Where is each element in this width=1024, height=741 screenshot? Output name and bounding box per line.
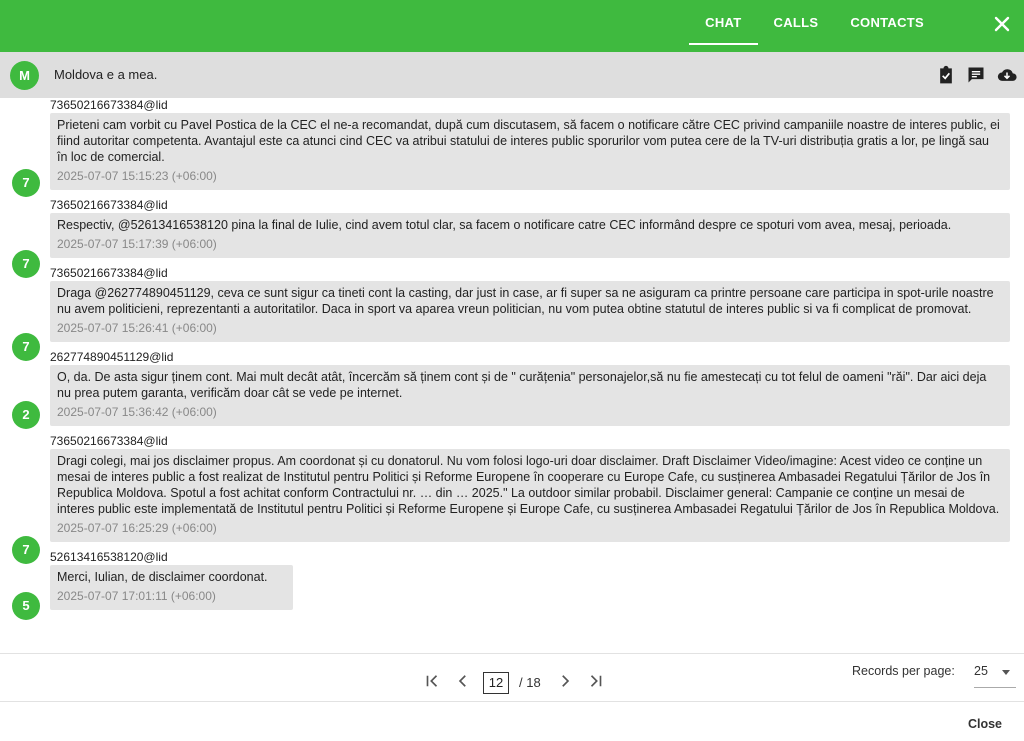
message-avatar: 7 (12, 333, 40, 361)
conversation-title: Moldova e a mea. (54, 67, 158, 82)
page-total: / 18 (519, 675, 541, 690)
conversation-avatar: M (10, 61, 39, 90)
message-item: 73650216673384@lid Dragi colegi, mai jos… (12, 434, 1010, 564)
records-per-page-label: Records per page: (852, 664, 955, 678)
message-text: Merci, Iulian, de disclaimer coordonat. (57, 570, 268, 584)
message-list[interactable]: 73650216673384@lid Prieteni cam vorbit c… (0, 98, 1024, 653)
records-per-page-select[interactable]: 25 (974, 662, 1016, 688)
dialog-footer: Close (0, 701, 1024, 741)
message-time: 2025-07-07 17:01:11 (+06:00) (57, 589, 216, 603)
chevron-left-icon[interactable] (454, 672, 472, 690)
tab-calls[interactable]: CALLS (758, 0, 835, 52)
message-text: O, da. De asta sigur ținem cont. Mai mul… (57, 370, 987, 400)
message-time: 2025-07-07 16:25:29 (+06:00) (57, 521, 217, 535)
message-bubble: Merci, Iulian, de disclaimer coordonat. … (50, 565, 293, 610)
message-item: 73650216673384@lid Prieteni cam vorbit c… (12, 98, 1010, 197)
message-bubble: Dragi colegi, mai jos disclaimer propus.… (50, 449, 1010, 542)
records-per-page-value: 25 (974, 664, 988, 678)
tab-chat[interactable]: CHAT (689, 0, 758, 52)
message-icon[interactable] (966, 65, 986, 85)
message-item: 262774890451129@lid O, da. De asta sigur… (12, 350, 1010, 429)
message-time: 2025-07-07 15:15:23 (+06:00) (57, 169, 217, 183)
tab-list: CHAT CALLS CONTACTS (689, 0, 940, 52)
message-text: Prieteni cam vorbit cu Pavel Postica de … (57, 118, 1000, 164)
message-avatar: 2 (12, 401, 40, 429)
message-item: 52613416538120@lid Merci, Iulian, de dis… (12, 550, 293, 620)
conversation-header: M Moldova e a mea. (0, 52, 1024, 98)
top-bar: CHAT CALLS CONTACTS (0, 0, 1024, 52)
message-item: 73650216673384@lid Draga @26277489045112… (12, 266, 1010, 361)
close-icon[interactable] (990, 12, 1014, 36)
message-text: Dragi colegi, mai jos disclaimer propus.… (57, 454, 1000, 516)
chevron-right-icon[interactable] (556, 672, 574, 690)
message-avatar: 7 (12, 536, 40, 564)
message-avatar: 5 (12, 592, 40, 620)
page-number-input[interactable]: 12 (483, 672, 509, 694)
message-bubble: O, da. De asta sigur ținem cont. Mai mul… (50, 365, 1010, 426)
message-text: Respectiv, @52613416538120 pina la final… (57, 218, 952, 232)
message-item: 73650216673384@lid Respectiv, @526134165… (12, 198, 1010, 278)
clipboard-check-icon[interactable] (936, 65, 956, 85)
message-sender: 73650216673384@lid (50, 434, 168, 448)
pagination-bar: 12 / 18 Records per page: 25 (0, 653, 1024, 701)
last-page-icon[interactable] (587, 672, 605, 690)
message-avatar: 7 (12, 250, 40, 278)
message-time: 2025-07-07 15:17:39 (+06:00) (57, 237, 217, 251)
message-sender: 73650216673384@lid (50, 198, 168, 212)
message-time: 2025-07-07 15:26:41 (+06:00) (57, 321, 217, 335)
message-bubble: Draga @262774890451129, ceva ce sunt sig… (50, 281, 1010, 342)
message-sender: 262774890451129@lid (50, 350, 174, 364)
first-page-icon[interactable] (423, 672, 441, 690)
message-time: 2025-07-07 15:36:42 (+06:00) (57, 405, 217, 419)
cloud-download-icon[interactable] (996, 65, 1017, 85)
message-bubble: Respectiv, @52613416538120 pina la final… (50, 213, 1010, 258)
message-bubble: Prieteni cam vorbit cu Pavel Postica de … (50, 113, 1010, 190)
close-button[interactable]: Close (968, 717, 1002, 731)
message-sender: 52613416538120@lid (50, 550, 168, 564)
message-sender: 73650216673384@lid (50, 266, 168, 280)
message-text: Draga @262774890451129, ceva ce sunt sig… (57, 286, 994, 316)
chevron-down-icon (1002, 670, 1010, 675)
message-avatar: 7 (12, 169, 40, 197)
tab-contacts[interactable]: CONTACTS (834, 0, 940, 52)
conversation-actions (936, 65, 1017, 85)
message-sender: 73650216673384@lid (50, 98, 168, 112)
